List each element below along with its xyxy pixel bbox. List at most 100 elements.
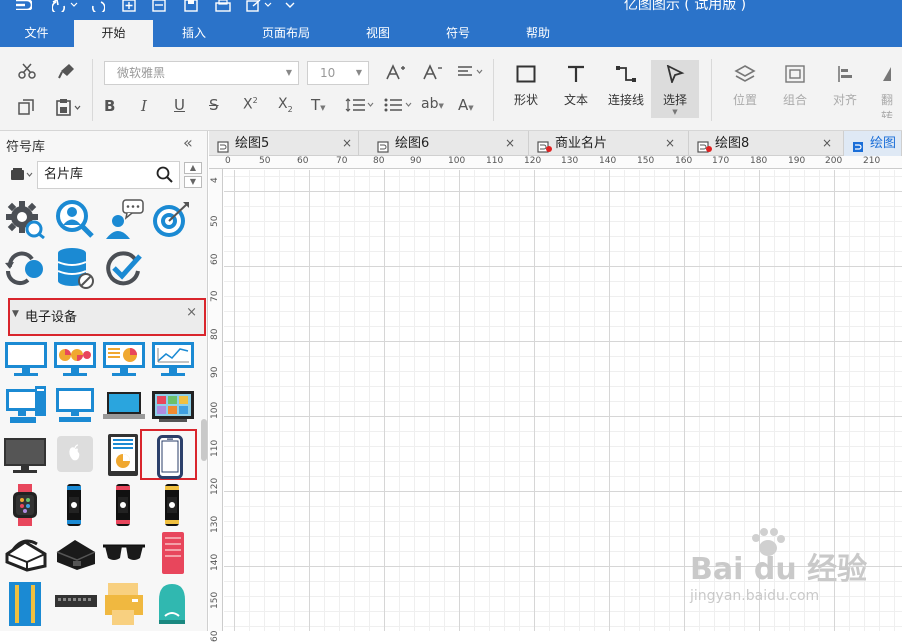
library-book-icon[interactable]	[10, 167, 34, 186]
line-spacing-icon[interactable]	[345, 98, 375, 112]
close-icon[interactable]: ×	[822, 131, 832, 156]
memory-module-shape[interactable]	[8, 581, 42, 631]
align-button[interactable]: 对齐	[821, 60, 869, 118]
text-case-icon[interactable]: ab▼	[421, 96, 444, 112]
document-tab[interactable]: 商业名片 ×	[529, 131, 689, 156]
save-icon[interactable]	[184, 0, 198, 16]
search-icon[interactable]	[156, 166, 174, 194]
menu-tab-file[interactable]: 文件	[0, 20, 73, 47]
shape-tool-button[interactable]: 形状	[502, 60, 550, 118]
router-shape[interactable]	[155, 582, 189, 630]
flip-button[interactable]: 翻转	[871, 60, 902, 118]
menu-tab-page-layout[interactable]: 页面布局	[244, 20, 328, 47]
menu-tab-symbol[interactable]: 符号	[426, 20, 490, 47]
format-painter-icon[interactable]	[58, 63, 76, 79]
quick-access-menu-icon[interactable]	[285, 0, 295, 16]
increase-font-icon[interactable]	[386, 64, 406, 80]
tv-shape[interactable]	[3, 435, 47, 479]
library-scrollbar[interactable]	[201, 419, 207, 461]
power-bank-shape[interactable]	[160, 531, 186, 579]
strikethrough-icon[interactable]: S	[209, 96, 219, 114]
export-icon[interactable]	[246, 0, 274, 16]
network-switch-shape[interactable]	[54, 593, 98, 613]
desktop-monitor-keyboard-shape[interactable]	[55, 387, 95, 427]
fitness-band-pink-shape[interactable]	[111, 483, 135, 531]
decrease-font-icon[interactable]	[423, 64, 443, 80]
scroll-up-button[interactable]: ▲	[184, 162, 202, 174]
close-icon[interactable]: ×	[665, 131, 675, 156]
collapse-panel-icon[interactable]: «	[183, 133, 193, 152]
underline-icon[interactable]: U	[174, 96, 185, 114]
tablet-display-shape[interactable]	[151, 390, 195, 428]
redo-icon[interactable]	[91, 0, 106, 16]
library-search-input[interactable]: 名片库	[37, 161, 180, 189]
user-chat-icon[interactable]	[104, 199, 146, 245]
app-logo-icon[interactable]	[14, 0, 34, 14]
subscript-icon[interactable]: X2	[278, 96, 293, 114]
position-button[interactable]: 位置	[721, 60, 769, 118]
scroll-down-button[interactable]: ▼	[184, 176, 202, 188]
monitor-pie-chart-shape[interactable]	[53, 341, 97, 381]
select-tool-button[interactable]: 选择 ▼	[651, 60, 699, 118]
collapse-arrow-icon[interactable]: ▼	[12, 309, 19, 319]
gear-search-icon[interactable]	[4, 199, 46, 243]
ruler-label: 90	[410, 156, 422, 166]
bold-icon[interactable]: B	[104, 97, 115, 115]
smartwatch-shape[interactable]	[10, 483, 40, 531]
desktop-computer-shape[interactable]	[5, 385, 47, 429]
printer-shape[interactable]	[104, 582, 144, 630]
font-color-icon[interactable]: A▼	[458, 96, 474, 114]
italic-icon[interactable]: I	[141, 97, 147, 115]
open-file-icon[interactable]	[152, 0, 166, 16]
print-icon[interactable]	[215, 0, 231, 16]
fitness-band-yellow-shape[interactable]	[160, 483, 184, 531]
smart-glasses-shape[interactable]	[102, 538, 146, 570]
check-circle-icon[interactable]	[104, 249, 144, 293]
ruler-label: 140	[210, 553, 220, 571]
group-button[interactable]: 组合	[771, 60, 819, 118]
menu-tab-view[interactable]: 视图	[344, 20, 412, 47]
font-family-select[interactable]: 微软雅黑 ▼	[104, 61, 299, 85]
ruler-label: 150	[637, 156, 655, 166]
monitor-report-shape[interactable]	[102, 341, 146, 381]
vr-headset-white-shape[interactable]	[3, 532, 47, 576]
vr-headset-black-shape[interactable]	[53, 532, 97, 576]
close-icon[interactable]: ×	[186, 305, 197, 320]
document-tab[interactable]: 绘图6 ×	[369, 131, 529, 156]
paste-icon[interactable]	[56, 98, 82, 116]
ebook-reader-shape[interactable]	[107, 433, 139, 481]
connector-tool-button[interactable]: 连接线	[602, 60, 650, 118]
database-block-icon[interactable]	[55, 247, 97, 295]
document-tab-active[interactable]: 绘图	[844, 131, 902, 156]
menu-tab-help[interactable]: 帮助	[506, 20, 570, 47]
document-tab-label: 绘图5	[235, 136, 270, 151]
flip-label: 翻转	[881, 93, 894, 118]
sync-icon[interactable]	[4, 249, 46, 293]
category-header-electronics[interactable]: ▼ 电子设备 ×	[8, 298, 206, 336]
ruler-label: 80	[210, 328, 220, 340]
close-icon[interactable]: ×	[505, 131, 515, 156]
bullet-list-icon[interactable]	[384, 98, 414, 112]
mac-mini-shape[interactable]	[55, 434, 95, 478]
document-tab[interactable]: 绘图8 ×	[689, 131, 844, 156]
user-search-icon[interactable]	[55, 199, 95, 243]
target-icon[interactable]	[151, 200, 191, 244]
monitor-line-chart-shape[interactable]	[151, 341, 195, 381]
copy-icon[interactable]	[18, 99, 34, 115]
menu-tab-home[interactable]: 开始	[74, 20, 153, 47]
undo-icon[interactable]	[51, 0, 78, 16]
cut-icon[interactable]	[18, 63, 36, 79]
monitor-shape[interactable]	[4, 341, 48, 381]
laptop-shape[interactable]	[102, 391, 146, 425]
new-file-icon[interactable]	[122, 0, 136, 16]
menu-tab-insert[interactable]: 插入	[156, 20, 232, 47]
superscript-icon[interactable]: X2	[243, 96, 258, 113]
close-icon[interactable]: ×	[342, 131, 352, 156]
fitness-band-blue-shape[interactable]	[62, 483, 86, 531]
text-style-icon[interactable]: T▼	[311, 96, 326, 114]
font-size-select[interactable]: 10 ▼	[307, 61, 369, 85]
smartphone-shape[interactable]	[157, 435, 183, 483]
document-tab[interactable]: 绘图5 ×	[209, 131, 359, 156]
text-tool-button[interactable]: 文本	[552, 60, 600, 118]
paragraph-align-icon[interactable]	[457, 66, 485, 78]
